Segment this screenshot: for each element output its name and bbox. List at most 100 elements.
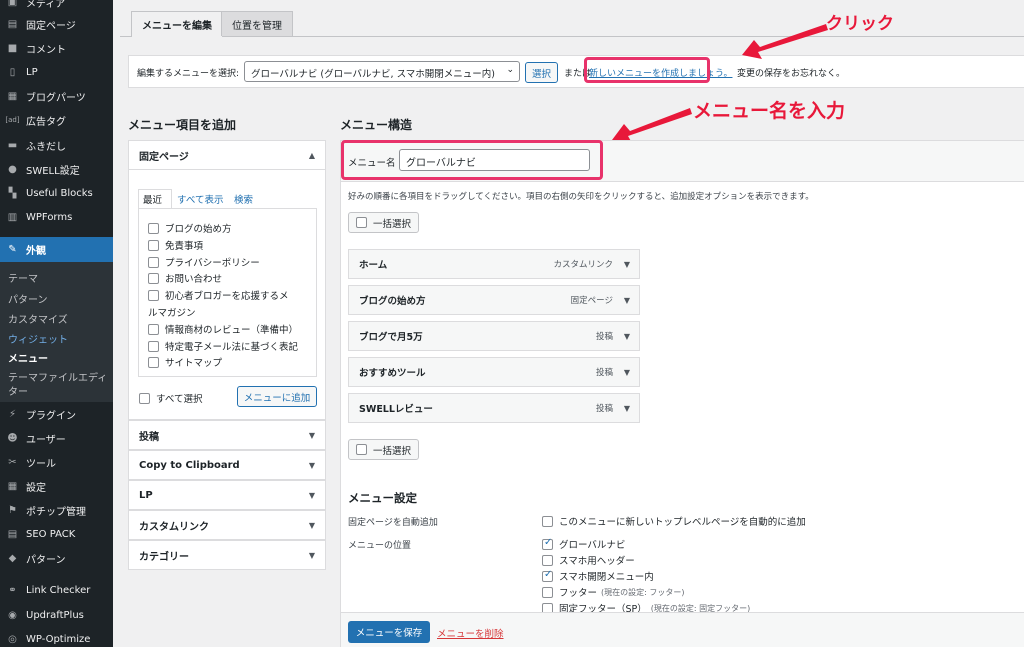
menu-item-type: 投稿 bbox=[595, 368, 613, 378]
menu-item-type: 固定ページ bbox=[570, 296, 613, 306]
location-label: スマホ開閉メニュー内 bbox=[559, 572, 654, 583]
checkbox[interactable] bbox=[542, 515, 553, 527]
annotation-enter-name: メニュー名を入力 bbox=[693, 100, 846, 122]
list-item[interactable]: ブログの始め方 bbox=[148, 221, 232, 235]
checkbox[interactable] bbox=[148, 239, 159, 251]
menu-item[interactable]: ブログで月5万 投稿 ▼ bbox=[348, 321, 640, 351]
accordion-posts[interactable]: 投稿 ▼ bbox=[128, 420, 326, 450]
menu-item-title: ブログの始め方 bbox=[359, 296, 426, 307]
checkbox[interactable] bbox=[542, 586, 553, 598]
menu-item-title: おすすめツール bbox=[359, 368, 426, 379]
accordion-label: LP bbox=[139, 489, 153, 501]
accordion-label: カスタムリンク bbox=[139, 521, 209, 533]
auto-add-option-label: このメニューに新しいトップレベルページを自動的に追加 bbox=[559, 517, 806, 528]
menu-item[interactable]: SWELLレビュー 投稿 ▼ bbox=[348, 393, 640, 423]
checkbox[interactable] bbox=[148, 340, 159, 352]
checkbox[interactable] bbox=[148, 289, 159, 301]
menu-item-title: ホーム bbox=[359, 260, 388, 271]
menu-item[interactable]: ブログの始め方 固定ページ ▼ bbox=[348, 285, 640, 315]
subtab-view-all[interactable]: すべて表示 bbox=[177, 192, 223, 206]
list-item[interactable]: プライバシーポリシー bbox=[148, 255, 260, 269]
select-all-pages[interactable]: すべて選択 bbox=[139, 391, 202, 405]
location-note: (現在の設定: フッター) bbox=[601, 587, 685, 597]
chevron-down-icon: ▼ bbox=[308, 520, 315, 530]
list-item[interactable]: 特定電子メール法に基づく表記 bbox=[148, 339, 298, 353]
select-all-label: すべて選択 bbox=[156, 394, 203, 405]
accordion-categories[interactable]: カテゴリー ▼ bbox=[128, 540, 326, 570]
bulk-select-label: 一括選択 bbox=[373, 218, 412, 230]
caret-down-icon[interactable]: ▼ bbox=[624, 332, 630, 341]
page-label: 初心者ブロガーを応援するメ bbox=[165, 291, 289, 302]
location-label: グローバルナビ bbox=[559, 540, 626, 551]
page-label: ブログの始め方 bbox=[165, 224, 232, 235]
menu-item[interactable]: おすすめツール 投稿 ▼ bbox=[348, 357, 640, 387]
location-option[interactable]: スマホ用ヘッダー bbox=[542, 553, 635, 567]
chevron-up-icon: ▲ bbox=[308, 150, 315, 160]
checkbox[interactable] bbox=[356, 444, 367, 455]
page-label: プライバシーポリシー bbox=[165, 258, 260, 269]
page-label: 情報商材のレビュー（準備中） bbox=[165, 325, 299, 336]
drag-instructions: 好みの順番に各項目をドラッグしてください。項目の右側の矢印をクリックすると、追加… bbox=[348, 192, 814, 202]
bulk-select-top[interactable]: 一括選択 bbox=[348, 212, 420, 233]
subtab-recent[interactable]: 最近 bbox=[143, 192, 162, 206]
checkbox[interactable] bbox=[148, 323, 159, 335]
location-option[interactable]: グローバルナビ bbox=[542, 537, 625, 551]
caret-down-icon[interactable]: ▼ bbox=[624, 368, 630, 377]
menu-item[interactable]: ホーム カスタムリンク ▼ bbox=[348, 249, 640, 279]
menu-item-type: 投稿 bbox=[595, 404, 613, 414]
page-label: お問い合わせ bbox=[165, 274, 223, 285]
page-label: ルマガジン bbox=[148, 308, 196, 319]
menu-structure-heading: メニュー構造 bbox=[340, 118, 413, 132]
menu-item-title: SWELLレビュー bbox=[359, 404, 433, 415]
accordion-label: Copy to Clipboard bbox=[139, 459, 240, 471]
accordion-copy-to-clipboard[interactable]: Copy to Clipboard ▼ bbox=[128, 450, 326, 480]
add-to-menu-button[interactable]: メニューに追加 bbox=[237, 386, 317, 407]
checkbox[interactable] bbox=[148, 356, 159, 368]
list-item[interactable]: サイトマップ bbox=[148, 355, 222, 369]
page-label: 免責事項 bbox=[165, 241, 204, 252]
checkbox[interactable] bbox=[148, 272, 159, 284]
checkbox[interactable] bbox=[356, 217, 367, 228]
auto-add-pages-label: 固定ページを自動追加 bbox=[348, 518, 438, 528]
caret-down-icon[interactable]: ▼ bbox=[624, 404, 630, 413]
bulk-select-bottom[interactable]: 一括選択 bbox=[348, 439, 420, 460]
menu-location-label: メニューの位置 bbox=[348, 541, 412, 551]
checkbox[interactable] bbox=[148, 256, 159, 268]
accordion-pages[interactable]: 固定ページ ▲ bbox=[128, 140, 326, 170]
accordion-label: 投稿 bbox=[139, 431, 159, 443]
caret-down-icon[interactable]: ▼ bbox=[624, 296, 630, 305]
annotation-click: クリック bbox=[826, 14, 894, 34]
list-item[interactable]: 情報商材のレビュー（準備中） bbox=[148, 322, 298, 336]
auto-add-option[interactable]: このメニューに新しいトップレベルページを自動的に追加 bbox=[542, 514, 806, 528]
accordion-label: カテゴリー bbox=[139, 551, 189, 563]
page-label: 特定電子メール法に基づく表記 bbox=[165, 342, 299, 353]
chevron-down-icon: ▼ bbox=[308, 430, 315, 440]
list-item[interactable]: 免責事項 bbox=[148, 238, 203, 252]
checkbox-checked[interactable] bbox=[542, 537, 553, 550]
menu-item-title: ブログで月5万 bbox=[359, 332, 423, 343]
subtab-search[interactable]: 検索 bbox=[234, 192, 253, 206]
location-option[interactable]: スマホ開閉メニュー内 bbox=[542, 569, 654, 583]
menu-item-type: カスタムリンク bbox=[553, 260, 613, 270]
page-label: サイトマップ bbox=[165, 358, 223, 369]
checkbox[interactable] bbox=[148, 222, 159, 234]
chevron-down-icon: ▼ bbox=[308, 490, 315, 500]
chevron-down-icon: ▼ bbox=[308, 460, 315, 470]
list-item[interactable]: 初心者ブロガーを応援するメ bbox=[148, 288, 289, 302]
location-label: フッター bbox=[559, 588, 598, 599]
menu-item-type: 投稿 bbox=[595, 332, 613, 342]
accordion-custom-links[interactable]: カスタムリンク ▼ bbox=[128, 510, 326, 540]
chevron-down-icon: ▼ bbox=[308, 550, 315, 560]
checkbox-checked[interactable] bbox=[542, 569, 553, 582]
list-item[interactable]: お問い合わせ bbox=[148, 271, 222, 285]
location-option[interactable]: フッター (現在の設定: フッター) bbox=[542, 585, 685, 599]
accordion-lp[interactable]: LP ▼ bbox=[128, 480, 326, 510]
save-menu-button[interactable]: メニューを保存 bbox=[348, 621, 430, 643]
checkbox[interactable] bbox=[542, 554, 553, 566]
location-label: スマホ用ヘッダー bbox=[559, 556, 635, 567]
checkbox[interactable] bbox=[139, 392, 150, 404]
caret-down-icon[interactable]: ▼ bbox=[624, 260, 630, 269]
highlight-menu-name bbox=[341, 140, 603, 180]
delete-menu-link[interactable]: メニューを削除 bbox=[437, 626, 504, 640]
arrow-to-create-link bbox=[742, 24, 828, 59]
